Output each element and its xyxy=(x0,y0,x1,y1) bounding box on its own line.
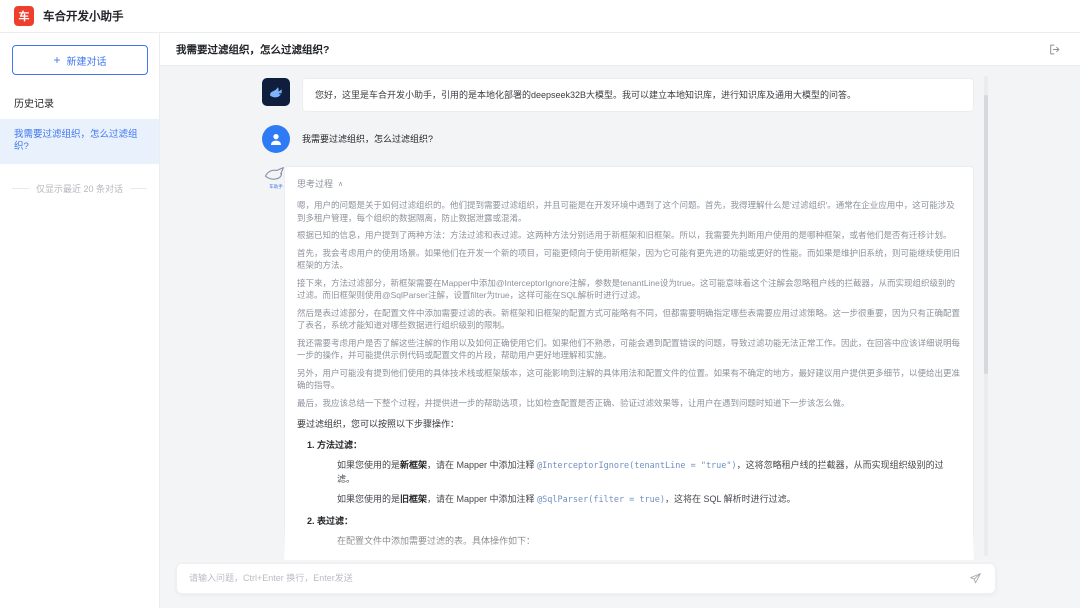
sidebar: + 新建对话 历史记录 我需要过滤组织，怎么过滤组织? 仅显示最近 20 条对话 xyxy=(0,33,160,608)
scrollbar-thumb[interactable] xyxy=(984,95,988,373)
person-icon xyxy=(268,131,284,147)
thinking-paragraph: 最后，我应该总结一下整个过程，并提供进一步的帮助选项，比如检查配置是否正确、验证… xyxy=(297,397,961,410)
inline-code: @SqlParser(filter = true) xyxy=(537,495,665,505)
sidebar-item-conversation[interactable]: 我需要过滤组织，怎么过滤组织? xyxy=(0,119,159,164)
chat-panel: 我需要过滤组织，怎么过滤组织? 您好，这里是车合开发小助手，引用的是本地化部署的… xyxy=(160,33,1080,608)
history-section-label: 历史记录 xyxy=(0,85,159,119)
chat-header: 我需要过滤组织，怎么过滤组织? xyxy=(160,33,1080,66)
assistant-tag: 车助手 xyxy=(269,184,283,190)
composer-area xyxy=(160,560,1080,608)
message-user: 我需要过滤组织，怎么过滤组织? xyxy=(160,125,1080,153)
history-limit-text: 仅显示最近 20 条对话 xyxy=(36,182,123,195)
app-title: 车合开发小助手 xyxy=(43,8,124,24)
answer-step-title: 1. 方法过滤： xyxy=(297,439,961,452)
top-bar: 车 车合开发小助手 xyxy=(0,0,1080,33)
thinking-label: 思考过程 xyxy=(297,177,333,190)
thinking-toggle[interactable]: 思考过程 ∧ xyxy=(297,177,961,190)
message-input[interactable] xyxy=(189,573,967,583)
plus-icon: + xyxy=(53,54,60,66)
message-assistant-answer: 车助手 思考过程 ∧ 嗯，用户的问题是关于如何过滤组织的。他们提到需要过滤组织，… xyxy=(160,166,1080,560)
new-chat-label: 新建对话 xyxy=(67,53,107,68)
thinking-paragraph: 嗯，用户的问题是关于如何过滤组织的。他们提到需要过滤组织，并且可能是在开发环境中… xyxy=(297,199,961,224)
assistant-avatar xyxy=(262,78,290,106)
send-icon[interactable] xyxy=(967,570,983,586)
new-chat-button[interactable]: + 新建对话 xyxy=(12,45,148,75)
divider-line xyxy=(12,188,29,189)
divider-line xyxy=(130,188,147,189)
chat-scroll-area[interactable]: 您好，这里是车合开发小助手，引用的是本地化部署的deepseek32B大模型。我… xyxy=(160,66,1080,560)
chevron-up-icon: ∧ xyxy=(338,180,343,188)
thinking-paragraph: 另外，用户可能没有提到他们使用的具体技术栈或框架版本，这可能影响到注解的具体用法… xyxy=(297,367,961,392)
message-assistant-greeting: 您好，这里是车合开发小助手，引用的是本地化部署的deepseek32B大模型。我… xyxy=(160,78,1080,112)
assistant-greeting-bubble: 您好，这里是车合开发小助手，引用的是本地化部署的deepseek32B大模型。我… xyxy=(302,78,974,112)
assistant-answer-bubble: 思考过程 ∧ 嗯，用户的问题是关于如何过滤组织的。他们提到需要过滤组织，并且可能… xyxy=(284,166,974,560)
inline-code: @InterceptorIgnore(tenantLine = "true") xyxy=(537,461,737,471)
app-logo: 车 xyxy=(14,6,34,26)
answer-content: 要过滤组织，您可以按照以下步骤操作： 1. 方法过滤： 如果您使用的是新框架，请… xyxy=(297,418,961,560)
answer-step-line: 如果您使用的是旧框架，请在 Mapper 中添加注释 @SqlParser(fi… xyxy=(297,493,961,507)
whale-outline-icon xyxy=(263,166,289,183)
assistant-deep-avatar: 车助手 xyxy=(262,166,290,194)
user-avatar xyxy=(262,125,290,153)
export-icon[interactable] xyxy=(1046,41,1062,57)
answer-step-title: 2. 表过滤： xyxy=(297,515,961,528)
whale-icon xyxy=(267,83,286,102)
thinking-paragraph: 接下来，方法过滤部分，新框架需要在Mapper中添加@InterceptorIg… xyxy=(297,277,961,302)
message-input-box[interactable] xyxy=(176,563,996,594)
thinking-paragraph: 根据已知的信息，用户提到了两种方法：方法过滤和表过滤。这两种方法分别适用于新框架… xyxy=(297,229,961,242)
answer-intro: 要过滤组织，您可以按照以下步骤操作： xyxy=(297,418,961,431)
thinking-paragraph: 然后是表过滤部分，在配置文件中添加需要过滤的表。新框架和旧框架的配置方式可能略有… xyxy=(297,307,961,332)
app-logo-glyph: 车 xyxy=(19,8,30,24)
thinking-content: 嗯，用户的问题是关于如何过滤组织的。他们提到需要过滤组织，并且可能是在开发环境中… xyxy=(297,199,961,409)
thinking-paragraph: 我还需要考虑用户是否了解这些注解的作用以及如何正确使用它们。如果他们不熟悉，可能… xyxy=(297,337,961,362)
chat-scrollbar[interactable] xyxy=(984,76,988,556)
thinking-paragraph: 首先，我会考虑用户的使用场景。如果他们在开发一个新的项目，可能更倾向于使用新框架… xyxy=(297,247,961,272)
answer-step-line: 如果您使用的是新框架，请在 Mapper 中添加注释 @InterceptorI… xyxy=(297,459,961,486)
answer-step-line: 在配置文件中添加需要过滤的表。具体操作如下： xyxy=(297,535,961,548)
user-question-text: 我需要过滤组织，怎么过滤组织? xyxy=(302,125,974,153)
app-window: 车 车合开发小助手 + 新建对话 历史记录 我需要过滤组织，怎么过滤组织? 仅显… xyxy=(0,0,1080,608)
history-limit-note: 仅显示最近 20 条对话 xyxy=(12,182,147,195)
chat-title: 我需要过滤组织，怎么过滤组织? xyxy=(176,42,329,57)
